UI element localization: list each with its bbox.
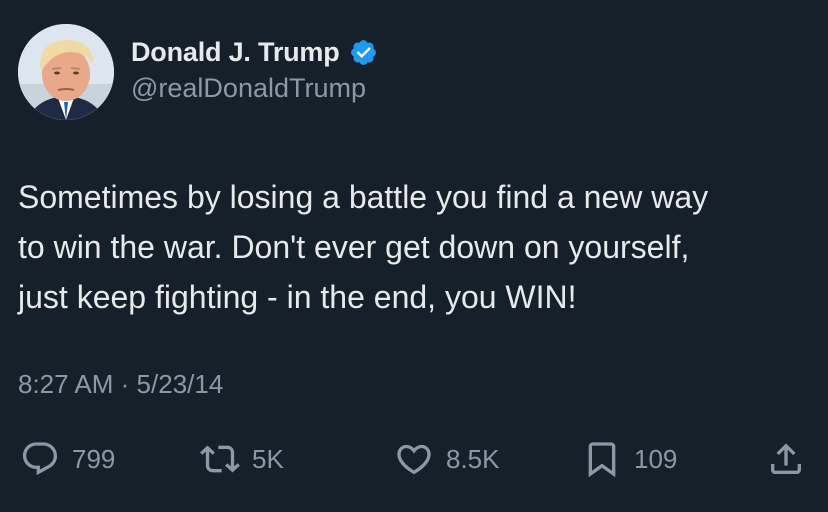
display-name[interactable]: Donald J. Trump (131, 37, 340, 68)
verified-badge-icon (349, 38, 378, 67)
profile-photo (18, 24, 114, 120)
avatar[interactable] (18, 24, 114, 120)
like-button[interactable]: 8.5K (394, 430, 500, 488)
bookmark-count: 109 (634, 443, 678, 474)
action-bar: 799 5K 8.5K 109 (0, 430, 828, 488)
reply-button[interactable]: 799 (20, 430, 115, 488)
tweet-time: 8:27 AM (18, 369, 114, 399)
author-block: Donald J. Trump @realDonaldTrump (131, 33, 378, 104)
tweet-timestamp[interactable]: 8:27 AM · 5/23/14 (18, 369, 223, 400)
bookmark-button[interactable]: 109 (582, 430, 677, 488)
retweet-count: 5K (252, 443, 284, 474)
bookmark-icon (582, 439, 622, 479)
heart-icon (394, 439, 434, 479)
retweet-button[interactable]: 5K (200, 430, 284, 488)
meta-separator: · (120, 369, 130, 399)
retweet-arrows-icon (200, 439, 240, 479)
tweet-card: Donald J. Trump @realDonaldTrump Sometim… (0, 0, 828, 512)
speech-bubble-icon (20, 439, 60, 479)
share-button[interactable] (766, 430, 806, 488)
like-count: 8.5K (446, 443, 500, 474)
reply-count: 799 (72, 443, 116, 474)
tweet-text: Sometimes by losing a battle you find a … (18, 179, 709, 315)
name-row: Donald J. Trump (131, 33, 378, 71)
tweet-date: 5/23/14 (136, 369, 224, 399)
handle[interactable]: @realDonaldTrump (131, 73, 378, 104)
share-upload-icon (766, 439, 806, 479)
